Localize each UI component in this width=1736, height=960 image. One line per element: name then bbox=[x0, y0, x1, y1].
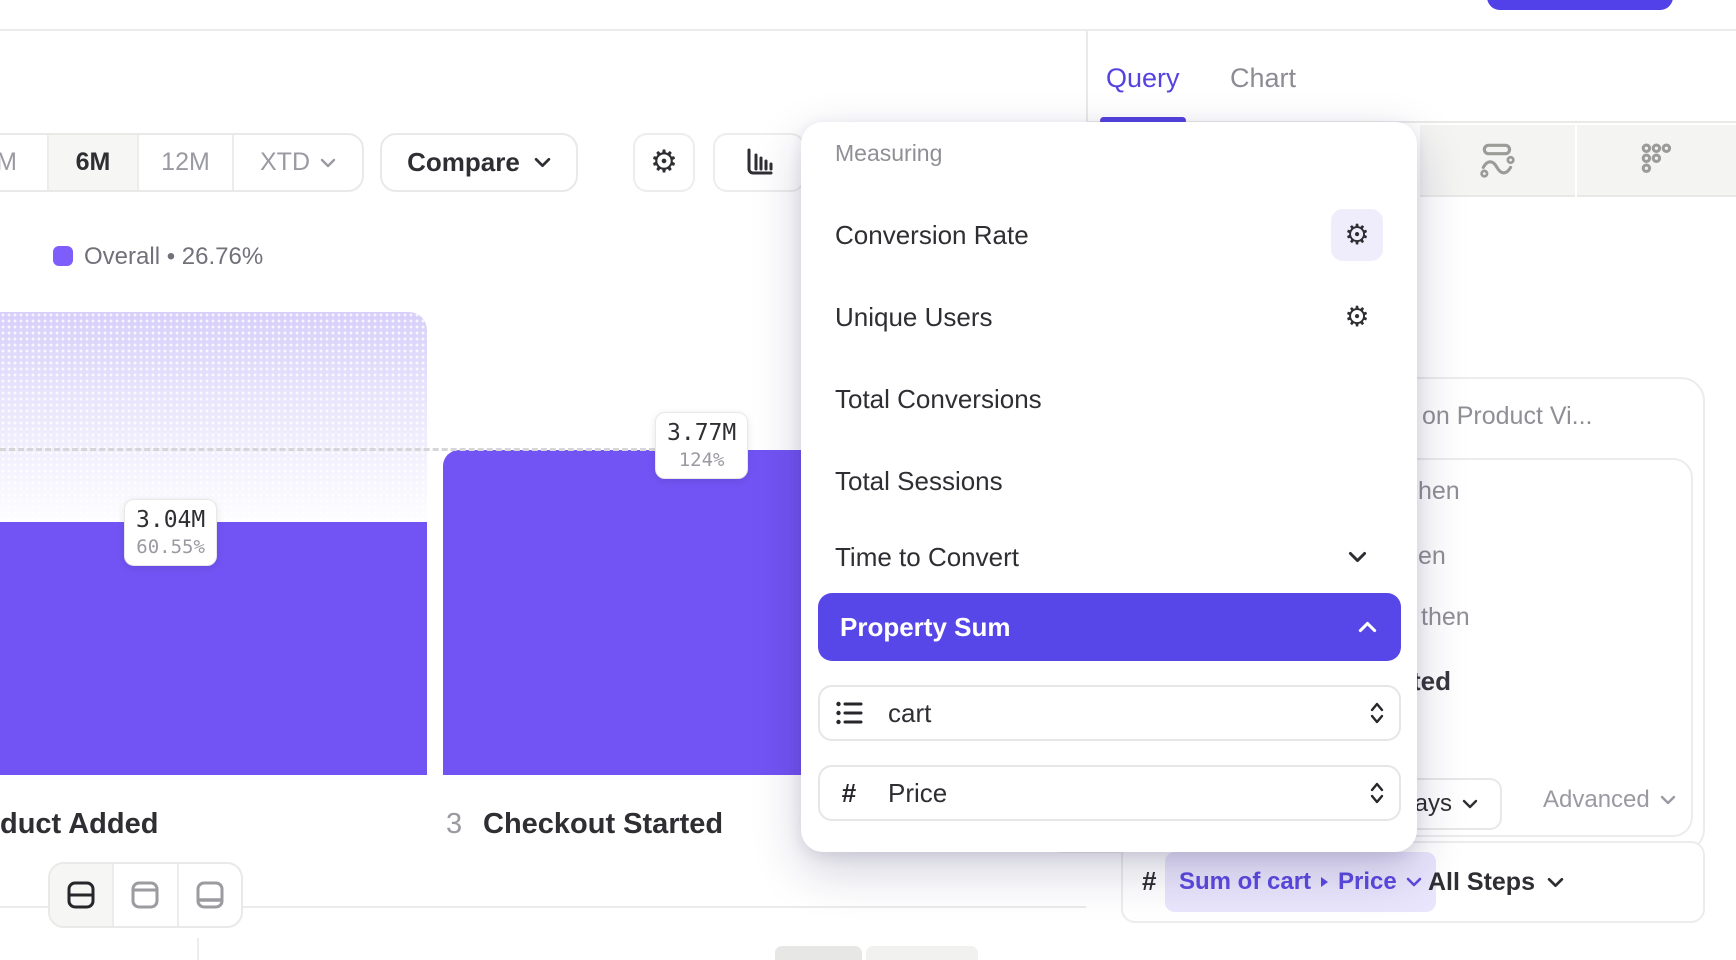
tab-chart[interactable]: Chart bbox=[1230, 63, 1296, 94]
time-range-segmented-control: M 6M 12M XTD bbox=[0, 133, 364, 192]
menu-item-conversion-rate[interactable]: Conversion Rate ⚙ bbox=[835, 209, 1383, 261]
chevron-down-icon bbox=[1348, 551, 1367, 563]
layout-bottom-button[interactable] bbox=[179, 864, 241, 926]
chevron-up-icon bbox=[1358, 621, 1377, 633]
menu-item-label: Time to Convert bbox=[835, 542, 1019, 573]
property-sum-chip[interactable]: Sum of cart Price bbox=[1165, 852, 1436, 912]
layout-toggle-group bbox=[48, 862, 243, 928]
table-header-pill bbox=[775, 946, 862, 960]
layout-top-icon bbox=[128, 878, 162, 912]
range-6m-button[interactable]: 6M bbox=[49, 135, 139, 190]
legend-swatch bbox=[53, 246, 73, 266]
menu-item-label: Property Sum bbox=[840, 612, 1011, 643]
step-row-fragment: ted bbox=[1412, 666, 1451, 697]
top-bar bbox=[0, 0, 1736, 31]
layout-split-icon bbox=[64, 878, 98, 912]
table-header-pill bbox=[866, 946, 978, 960]
bar1-pct: 60.55% bbox=[136, 536, 205, 558]
popover-title: Measuring bbox=[835, 140, 942, 167]
primary-action-button[interactable] bbox=[1487, 0, 1673, 10]
bar1-value-label: 3.04M 60.55% bbox=[124, 499, 217, 566]
range-1m-button[interactable]: M bbox=[0, 135, 49, 190]
event-selector-field[interactable]: cart bbox=[818, 685, 1401, 741]
select-updown-icon bbox=[1369, 701, 1385, 725]
layout-top-button[interactable] bbox=[114, 864, 178, 926]
flows-icon bbox=[1477, 139, 1519, 181]
layout-bottom-icon bbox=[193, 878, 227, 912]
property-selector-field[interactable]: # Price bbox=[818, 765, 1401, 821]
select-updown-icon bbox=[1369, 781, 1385, 805]
range-xtd-button[interactable]: XTD bbox=[234, 135, 362, 190]
chip-property-label: Price bbox=[1338, 868, 1397, 896]
query-chart-tabbar bbox=[1086, 31, 1736, 123]
step2-label: duct Added bbox=[0, 808, 158, 841]
bar1-value: 3.04M bbox=[136, 507, 205, 533]
funnel-bars-icon bbox=[739, 143, 779, 183]
more-tools-panel-tab[interactable] bbox=[1577, 125, 1736, 197]
reference-dashed-line bbox=[0, 448, 655, 451]
step-row-fragment: hen bbox=[1418, 477, 1460, 506]
gear-icon: ⚙ bbox=[1344, 303, 1369, 331]
menu-item-total-sessions[interactable]: Total Sessions bbox=[835, 455, 1383, 507]
chevron-down-icon bbox=[534, 157, 551, 168]
compare-button[interactable]: Compare bbox=[380, 133, 578, 192]
bar2-value-label: 3.77M 124% bbox=[655, 412, 748, 479]
step-row-fragment: then bbox=[1421, 603, 1470, 632]
chevron-down-icon bbox=[320, 158, 336, 168]
menu-item-label: Total Conversions bbox=[835, 384, 1042, 415]
arrow-right-icon bbox=[1320, 876, 1329, 888]
tab-query[interactable]: Query bbox=[1106, 63, 1180, 94]
all-steps-dropdown[interactable]: All Steps bbox=[1428, 852, 1564, 912]
chart-settings-button[interactable]: ⚙ bbox=[633, 133, 695, 192]
step3-label: Checkout Started bbox=[483, 808, 723, 841]
measuring-popover: Measuring Conversion Rate ⚙ Unique Users… bbox=[801, 122, 1417, 852]
event-selector-value: cart bbox=[888, 698, 1369, 729]
menu-item-label: Unique Users bbox=[835, 302, 993, 333]
chip-metric-label: Sum of cart bbox=[1179, 868, 1311, 896]
menu-item-label: Conversion Rate bbox=[835, 220, 1029, 251]
expand-control[interactable] bbox=[1331, 551, 1383, 563]
range-12m-button[interactable]: 12M bbox=[139, 135, 234, 190]
hash-icon: # bbox=[1142, 866, 1156, 897]
funnel-bar1-dropoff-area bbox=[0, 312, 427, 523]
compare-label: Compare bbox=[407, 147, 520, 178]
range-12m-label: 12M bbox=[161, 148, 210, 177]
metric-settings-button[interactable]: ⚙ bbox=[1331, 209, 1383, 261]
app-window: M 6M 12M XTD Compare ⚙ Overall • 26.76% … bbox=[0, 0, 1736, 960]
bar2-pct: 124% bbox=[679, 449, 725, 471]
bottom-divider bbox=[0, 906, 48, 908]
list-icon bbox=[832, 699, 866, 727]
gear-icon: ⚙ bbox=[1344, 221, 1369, 249]
step3-number: 3 bbox=[446, 808, 462, 841]
range-1m-label: M bbox=[0, 148, 17, 177]
range-6m-label: 6M bbox=[76, 148, 111, 177]
bottom-divider bbox=[243, 906, 1086, 908]
gear-icon: ⚙ bbox=[650, 147, 678, 178]
chart-type-button[interactable] bbox=[713, 133, 805, 192]
steps-card-header-fragment: on Product Vi... bbox=[1422, 402, 1592, 431]
menu-item-time-to-convert[interactable]: Time to Convert bbox=[835, 531, 1383, 583]
range-xtd-label: XTD bbox=[260, 148, 310, 177]
advanced-button[interactable]: Advanced bbox=[1543, 786, 1676, 814]
property-selector-value: Price bbox=[888, 778, 1369, 809]
legend-label: Overall • 26.76% bbox=[84, 243, 263, 271]
menu-item-total-conversions[interactable]: Total Conversions bbox=[835, 373, 1383, 425]
dots-grid-icon bbox=[1637, 140, 1677, 180]
flows-panel-tab[interactable] bbox=[1420, 125, 1575, 197]
chevron-down-icon bbox=[1462, 799, 1478, 809]
menu-item-label: Total Sessions bbox=[835, 466, 1003, 497]
step-row-fragment: en bbox=[1418, 542, 1446, 571]
metric-settings-button[interactable]: ⚙ bbox=[1331, 303, 1383, 331]
layout-split-button[interactable] bbox=[50, 864, 114, 926]
chevron-down-icon bbox=[1406, 877, 1422, 887]
number-property-icon: # bbox=[832, 778, 866, 809]
chevron-down-icon bbox=[1547, 877, 1564, 888]
advanced-label: Advanced bbox=[1543, 786, 1650, 814]
menu-item-property-sum-selected[interactable]: Property Sum bbox=[818, 593, 1401, 661]
bar2-value: 3.77M bbox=[667, 420, 736, 446]
menu-item-unique-users[interactable]: Unique Users ⚙ bbox=[835, 291, 1383, 343]
all-steps-label: All Steps bbox=[1428, 868, 1535, 897]
table-column-divider bbox=[197, 938, 199, 960]
chevron-down-icon bbox=[1660, 795, 1676, 805]
